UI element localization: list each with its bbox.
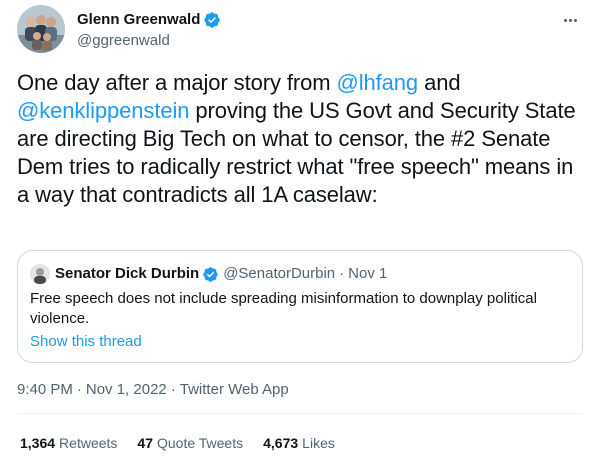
verified-badge-icon [202,266,219,283]
tweet-header: Glenn Greenwald @ggreenwald [17,5,583,55]
mention-link-kenklippenstein[interactable]: @kenklippenstein [17,98,190,123]
quoted-author-avatar [30,264,50,284]
retweets-stat[interactable]: 1,364 Retweets [20,433,117,453]
author-info: Glenn Greenwald @ggreenwald [77,11,221,50]
author-avatar[interactable] [17,5,65,53]
verified-badge-icon [203,11,221,29]
author-display-name[interactable]: Glenn Greenwald [77,11,200,29]
quoted-tweet-header: Senator Dick Durbin @SenatorDurbin · Nov… [30,264,387,284]
quoted-tweet-text: Free speech does not include spreading m… [30,290,537,327]
quoted-author-name: Senator Dick Durbin [55,265,200,282]
quoted-tweet-date: Nov 1 [348,265,388,282]
quote-tweets-count: 47 [137,435,153,451]
retweets-count: 1,364 [20,435,56,451]
mention-link-lhfang[interactable]: @lhfang [336,70,418,95]
retweets-label: Retweets [59,435,118,451]
tweet-source: Twitter Web App [179,381,289,398]
engagement-stats: 1,364 Retweets 47 Quote Tweets 4,673 Likes [20,433,355,453]
likes-label: Likes [302,435,335,451]
likes-stat[interactable]: 4,673 Likes [263,433,335,453]
tweet-date[interactable]: Nov 1, 2022 [86,381,167,398]
quote-tweets-stat[interactable]: 47 Quote Tweets [137,433,243,453]
tweet-metadata: 9:40 PM · Nov 1, 2022 · Twitter Web App [17,380,289,400]
quote-tweets-label: Quote Tweets [156,435,244,451]
more-options-icon[interactable] [559,9,581,31]
likes-count: 4,673 [263,435,299,451]
quoted-author-handle: @SenatorDurbin [223,265,336,282]
tweet-text-part: One day after a major story from [17,70,337,95]
portrait-icon [30,264,50,284]
separator-dot: · [170,381,176,398]
author-handle[interactable]: @ggreenwald [77,32,221,50]
separator-dot: · [339,265,345,282]
group-photo-icon [17,5,65,53]
tweet-time[interactable]: 9:40 PM [17,381,73,398]
show-thread-link[interactable]: Show this thread [30,332,142,352]
separator-dot: · [76,381,82,398]
quoted-tweet-card[interactable]: Senator Dick Durbin @SenatorDurbin · Nov… [17,250,583,363]
tweet-text: One day after a major story from @lhfang… [17,69,583,209]
tweet-text-part: and [418,70,461,95]
divider [17,413,583,414]
